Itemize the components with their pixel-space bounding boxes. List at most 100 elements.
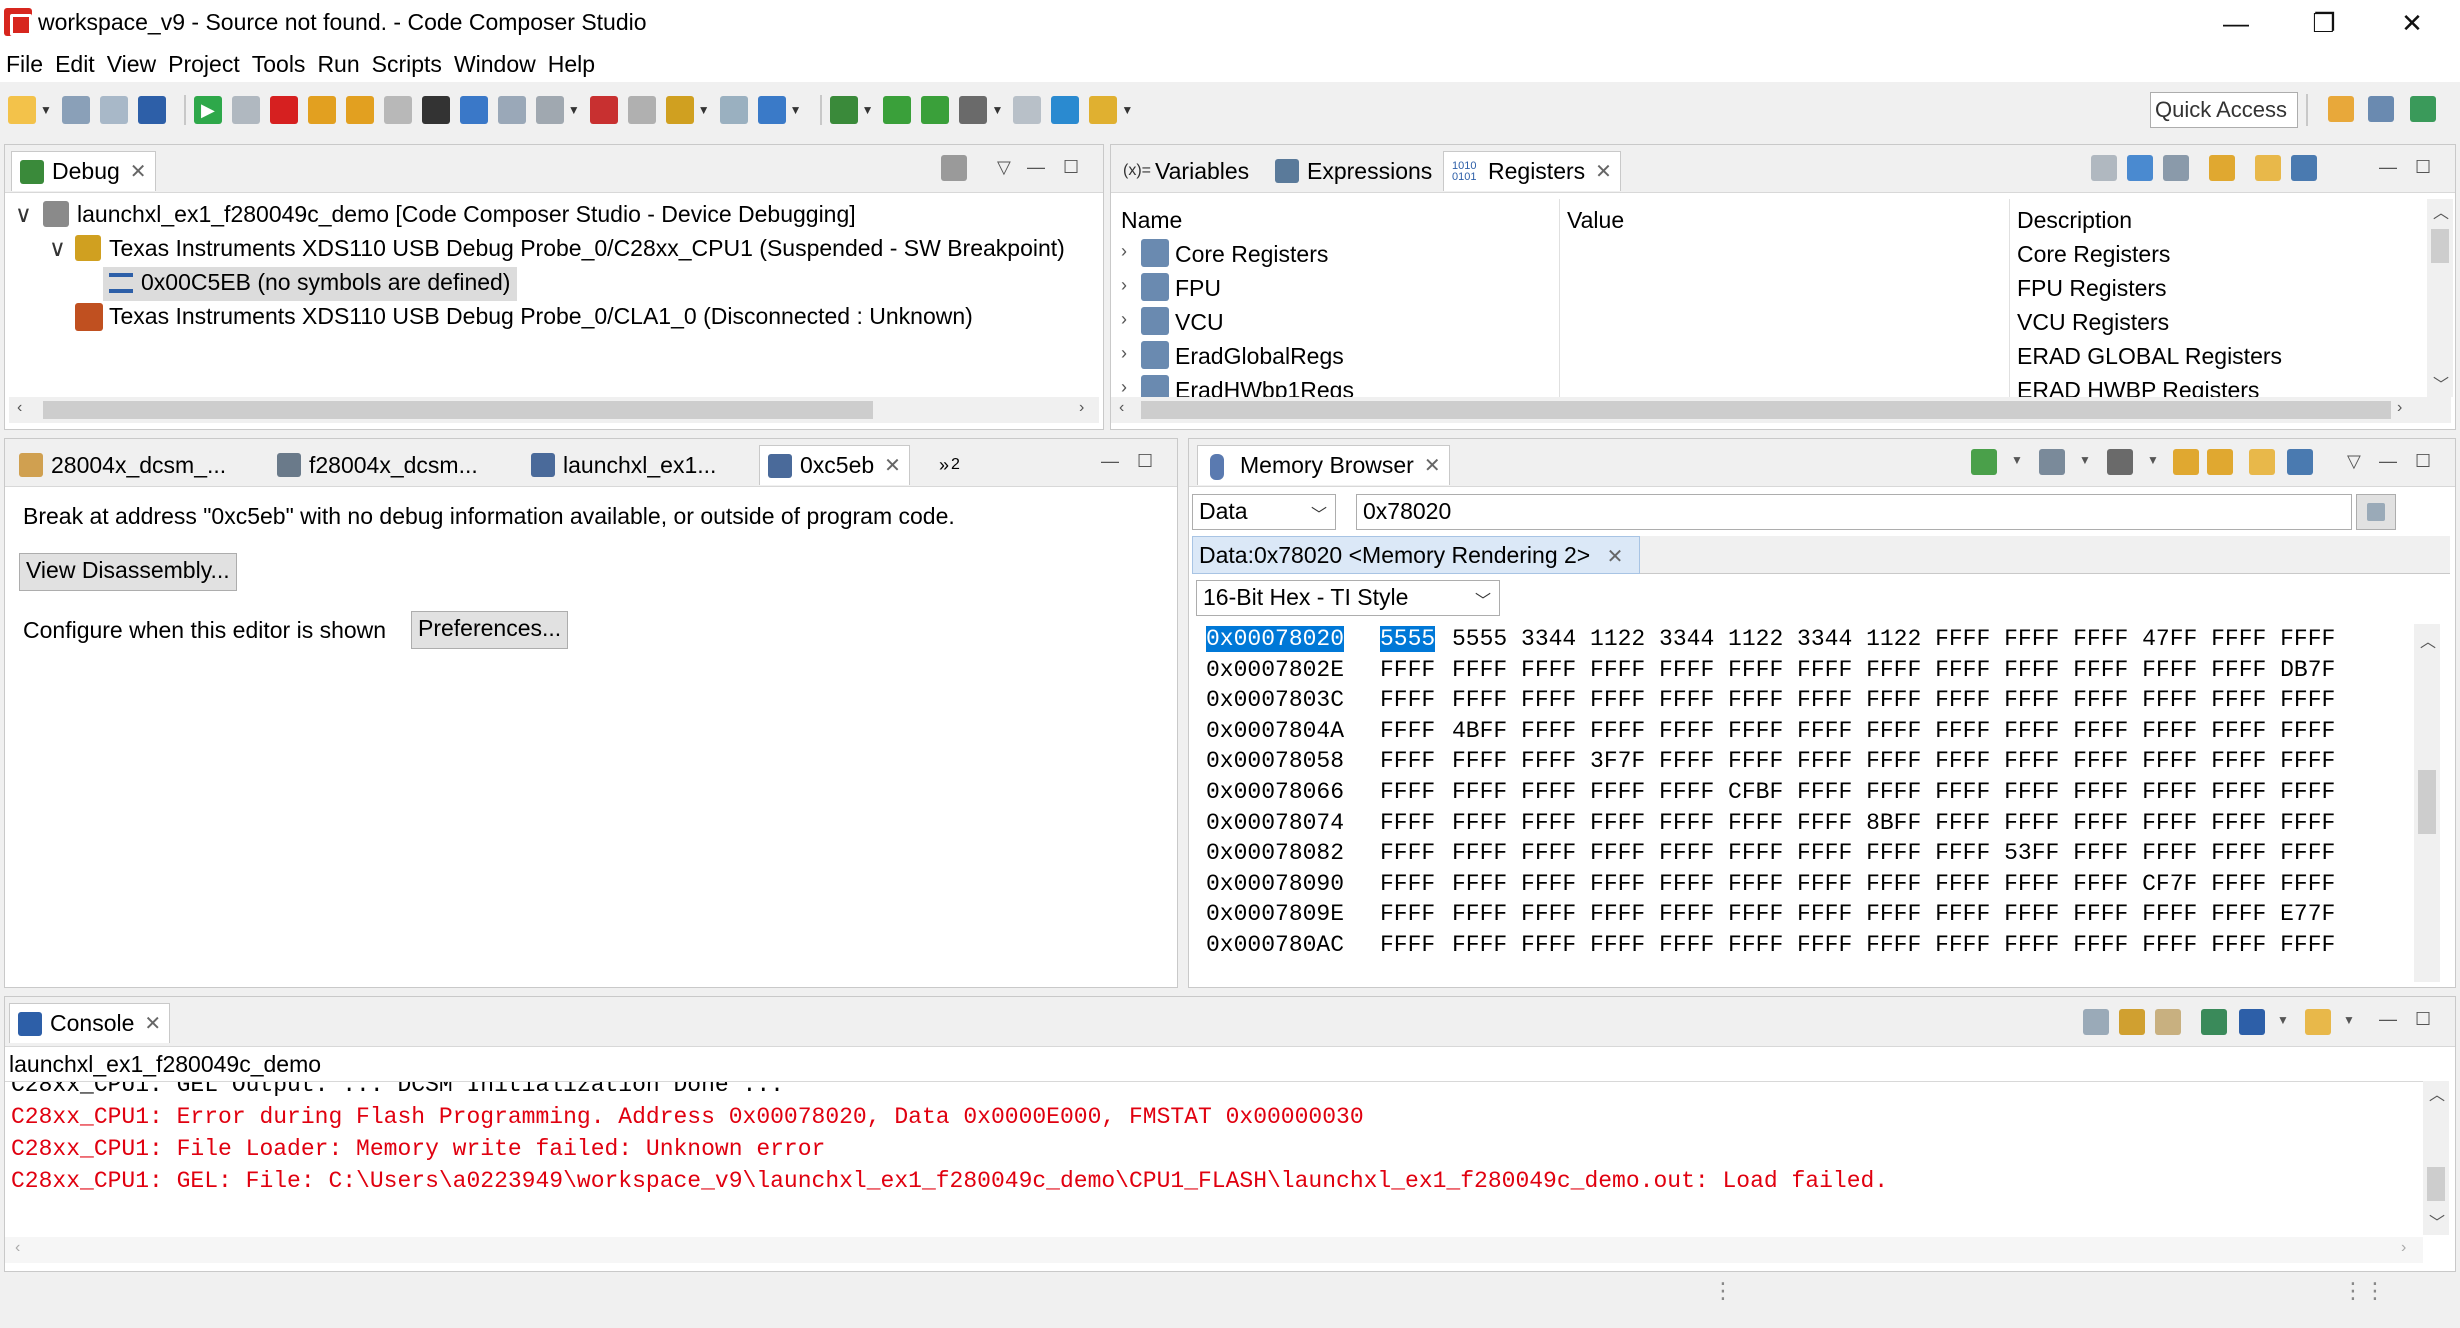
menu-scripts[interactable]: Scripts — [372, 51, 442, 78]
tree-expand-icon[interactable]: › — [1121, 275, 1127, 296]
hardware-breakpoint-icon[interactable] — [665, 96, 694, 124]
minimize-view-icon[interactable]: — — [1027, 157, 1045, 178]
go-address-button[interactable] — [2356, 494, 2396, 530]
scroll-thumb[interactable] — [43, 401, 873, 419]
menu-run[interactable]: Run — [317, 51, 359, 78]
view-menu-icon[interactable]: ▽ — [997, 157, 1011, 178]
sync-memory-icon[interactable] — [2207, 449, 2233, 475]
memory-row-address[interactable]: 0x00078074 — [1206, 810, 1344, 836]
close-icon[interactable]: ✕ — [1607, 546, 1624, 568]
maximize-view-icon[interactable]: ☐ — [2415, 451, 2431, 472]
scroll-right-icon[interactable]: › — [2397, 399, 2402, 417]
tab-registers[interactable]: 1010 0101 Registers ✕ — [1443, 151, 1621, 191]
register-row-name[interactable]: Core Registers — [1175, 241, 1328, 268]
registers-hscroll[interactable]: ‹ › — [1111, 397, 2451, 423]
clear-console-icon[interactable] — [2083, 1009, 2109, 1035]
maximize-view-icon[interactable]: ☐ — [2415, 1009, 2431, 1030]
scroll-down-icon[interactable]: ﹀ — [2433, 371, 2449, 395]
tree-item-cpu1[interactable]: Texas Instruments XDS110 USB Debug Probe… — [109, 235, 1065, 262]
scroll-up-icon[interactable]: ︿ — [2429, 1081, 2445, 1105]
column-name[interactable]: Name — [1121, 207, 1182, 234]
memory-row-address[interactable]: 0x0007804A — [1206, 718, 1344, 744]
scroll-left-icon[interactable]: ‹ — [17, 399, 22, 417]
reset-cpu-icon[interactable] — [757, 96, 786, 124]
tree-expand-icon[interactable]: › — [1121, 377, 1127, 397]
open-console-icon[interactable] — [1013, 96, 1042, 124]
scroll-thumb[interactable] — [2418, 770, 2436, 834]
menu-project[interactable]: Project — [168, 51, 240, 78]
ccs-debug-perspective-icon[interactable] — [2410, 96, 2436, 122]
minimize-view-icon[interactable]: — — [2379, 1009, 2397, 1030]
preferences-button[interactable]: Preferences... — [411, 611, 569, 649]
scroll-thumb[interactable] — [1141, 401, 2391, 419]
menu-file[interactable]: File — [6, 51, 43, 78]
menu-view[interactable]: View — [107, 51, 156, 78]
memory-row-values[interactable]: FFFF FFFF FFFF FFFF FFFF FFFF FFFF FFFF … — [1452, 657, 2335, 683]
new-view-icon[interactable] — [2249, 449, 2275, 475]
tab-memory-rendering[interactable]: Data:0x78020 <Memory Rendering 2> ✕ — [1192, 536, 1640, 574]
fill-dropdown-icon[interactable]: ▼ — [2147, 453, 2159, 467]
memory-row-address[interactable]: 0x0007809E — [1206, 901, 1344, 927]
scroll-right-icon[interactable]: › — [2401, 1239, 2406, 1257]
step-over-icon[interactable] — [345, 96, 374, 124]
progress-splitter-icon[interactable]: ⋮⋮ — [2342, 1280, 2386, 1302]
memory-row-values[interactable]: FFFF FFFF FFFF FFFF FFFF FFFF FFFF FFFF … — [1452, 840, 2335, 866]
step-into-icon[interactable] — [307, 96, 336, 124]
memory-row-values[interactable]: 4BFF FFFF FFFF FFFF FFFF FFFF FFFF FFFF … — [1452, 718, 2335, 744]
collapse-all-icon[interactable] — [2091, 155, 2117, 181]
pin-console-icon[interactable] — [2201, 1009, 2227, 1035]
pin-view-icon[interactable] — [2287, 449, 2313, 475]
tab-expressions[interactable]: Expressions — [1267, 151, 1440, 191]
restart-icon[interactable] — [719, 96, 748, 124]
new-view-icon[interactable] — [2255, 155, 2281, 181]
tab-editor-dcsm-gel[interactable]: 28004x_dcsm_... — [11, 445, 234, 485]
tree-item-stack-frame[interactable]: 0x00C5EB (no symbols are defined) — [141, 269, 510, 296]
ccs-edit-perspective-icon[interactable] — [2368, 96, 2394, 122]
view-menu-icon[interactable]: ▽ — [2347, 451, 2361, 472]
memory-row-values[interactable]: FFFF FFFF FFFF FFFF FFFF FFFF FFFF FFFF … — [1452, 901, 2335, 927]
scroll-right-icon[interactable]: › — [1079, 399, 1084, 417]
remove-terminated-icon[interactable] — [941, 155, 967, 181]
tree-expand-icon[interactable]: › — [1121, 241, 1127, 262]
tree-expand-icon[interactable]: › — [1121, 309, 1127, 330]
console-vscroll[interactable]: ︿ ﹀ — [2423, 1081, 2449, 1235]
load-program-icon[interactable] — [535, 96, 564, 124]
memory-row-values[interactable]: FFFF FFFF FFFF FFFF FFFF FFFF FFFF FFFF … — [1452, 871, 2335, 897]
breakpoint-dropdown-icon[interactable]: ▼ — [698, 103, 710, 117]
minimize-view-icon[interactable]: — — [2379, 451, 2397, 472]
tab-editor-0xc5eb[interactable]: 0xc5eb ✕ — [759, 445, 910, 485]
debug-hscroll[interactable]: ‹ › — [9, 397, 1099, 423]
refresh-dropdown-icon[interactable]: ▼ — [2011, 453, 2023, 467]
restore-button[interactable]: ❐ — [2284, 4, 2364, 42]
build-hammer-icon[interactable] — [959, 96, 988, 124]
refresh-icon[interactable] — [2209, 155, 2235, 181]
menu-tools[interactable]: Tools — [252, 51, 306, 78]
tab-console[interactable]: Console ✕ — [9, 1003, 171, 1043]
tab-editor-launchxl[interactable]: launchxl_ex1... — [523, 445, 724, 485]
refresh-memory-icon[interactable] — [2173, 449, 2199, 475]
assembly-step-over-icon[interactable] — [921, 96, 950, 124]
tab-editor-dcsm-asm[interactable]: f28004x_dcsm... — [269, 445, 486, 485]
disconnect-icon[interactable] — [497, 96, 526, 124]
debug-bug-icon[interactable] — [829, 96, 858, 124]
scroll-lock-icon[interactable] — [2119, 1009, 2145, 1035]
tab-debug[interactable]: Debug ✕ — [11, 151, 156, 191]
open-perspective-icon[interactable] — [2328, 96, 2354, 122]
tree-item-cla1[interactable]: Texas Instruments XDS110 USB Debug Probe… — [109, 303, 973, 330]
fill-memory-icon[interactable] — [2107, 449, 2133, 475]
memory-row-address[interactable]: 0x0007802E — [1206, 657, 1344, 683]
debug-view-icon[interactable] — [137, 96, 166, 124]
status-splitter-icon[interactable]: ⋮ — [1712, 1280, 1734, 1302]
tree-expand-icon[interactable]: ∨ — [49, 235, 66, 262]
tree-item-launch[interactable]: launchxl_ex1_f280049c_demo [Code Compose… — [77, 201, 856, 228]
memory-cell-selected[interactable]: FFFF — [1380, 687, 1435, 713]
close-icon[interactable]: ✕ — [144, 1011, 161, 1036]
save-all-icon[interactable] — [99, 96, 128, 124]
memory-cell-selected[interactable]: FFFF — [1380, 718, 1435, 744]
tree-expand-icon[interactable]: ∨ — [15, 201, 32, 228]
resume-icon[interactable]: ▶ — [193, 96, 222, 124]
load-dropdown-icon[interactable]: ▼ — [568, 103, 580, 117]
memory-row-address[interactable]: 0x00078090 — [1206, 871, 1344, 897]
memory-cell-selected[interactable]: 5555 — [1380, 626, 1436, 652]
scroll-up-icon[interactable]: ︿ — [2420, 628, 2436, 652]
